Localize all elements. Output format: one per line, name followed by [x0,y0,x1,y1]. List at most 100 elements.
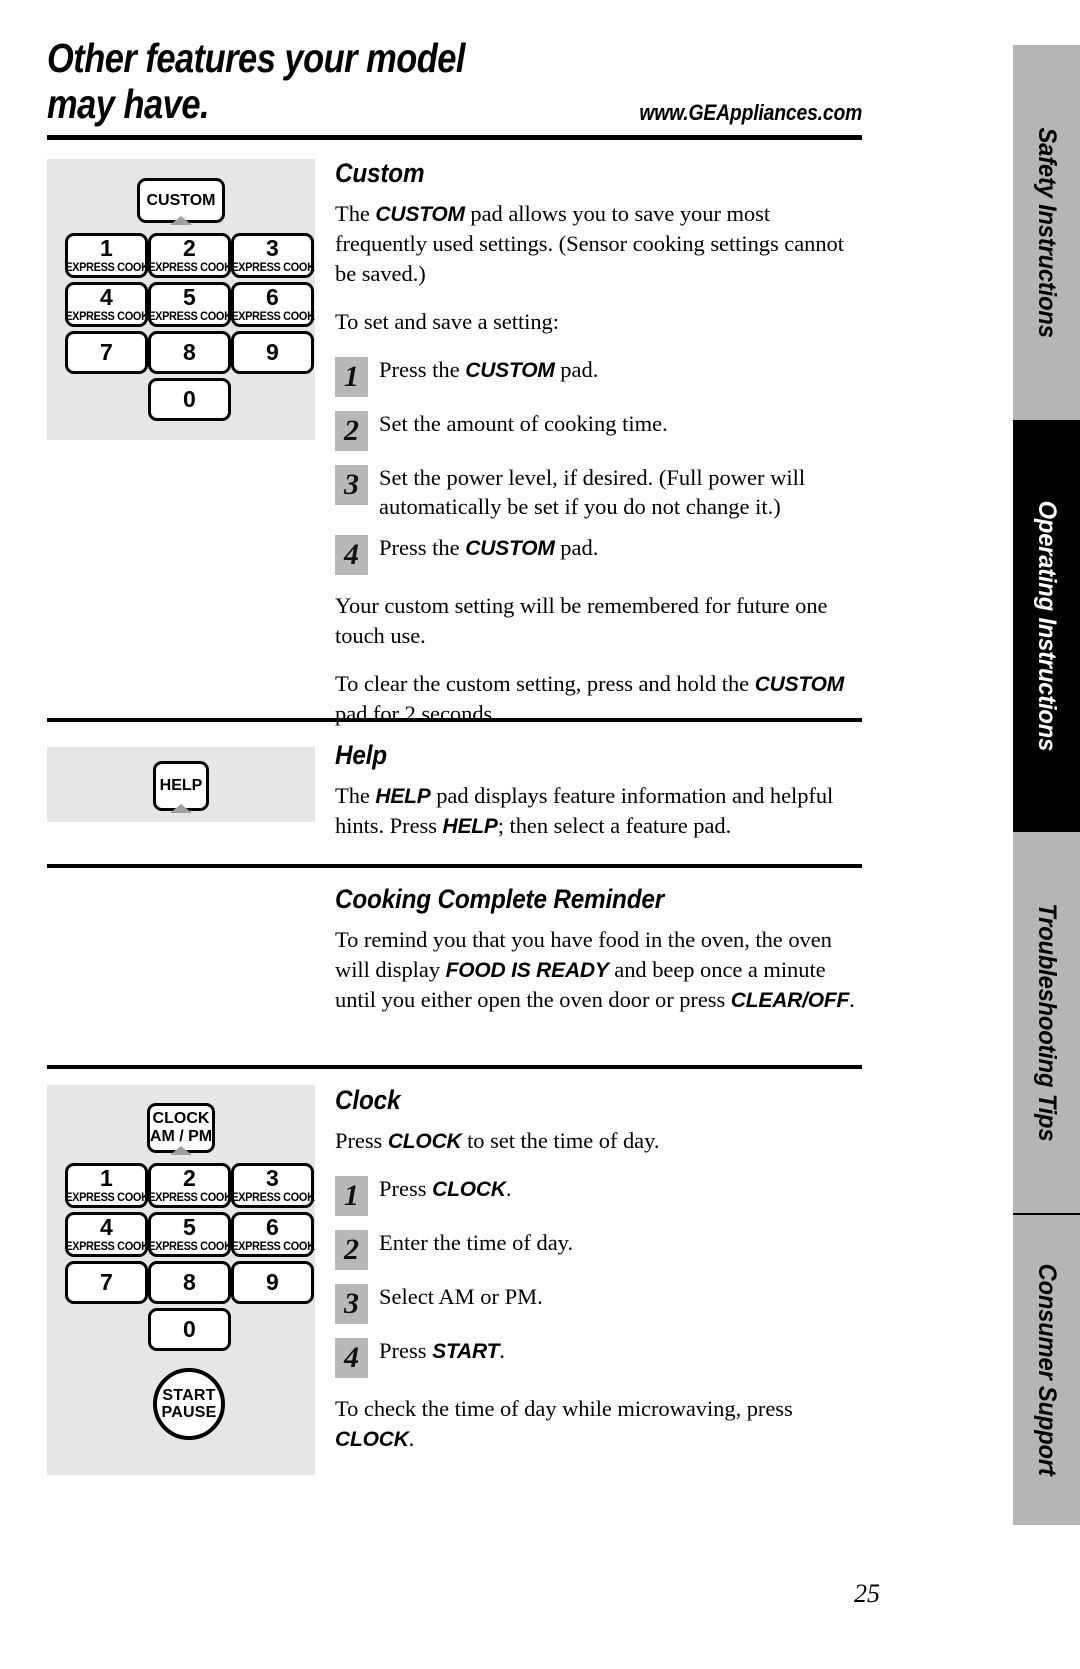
key-number: 9 [265,1269,280,1295]
text-run: Set the power level, if desired. (Full p… [379,464,806,519]
clock-pad-label-line1: CLOCK [152,1110,210,1127]
text-run: The [335,783,376,808]
section-divider-1 [47,718,862,722]
keypad-key-4[interactable]: 4 EXPRESS COOK [64,282,149,327]
list-item: 3 Select AM or PM. [335,1282,862,1324]
section-divider-3 [47,1065,862,1069]
section-title-custom: Custom [335,158,425,188]
start-pause-label-line2: PAUSE [161,1404,217,1421]
key-number: 4 [99,1213,114,1240]
side-tab-troubleshooting-tips[interactable]: Troubleshooting Tips [1013,832,1080,1213]
side-tab-bar: Safety Instructions Operating Instructio… [1013,45,1080,1525]
keypad-key-7[interactable]: 7 [65,1261,148,1304]
text-run: To clear the custom setting, press and h… [335,671,755,697]
text-run: pad. [554,535,599,561]
keypad-key-7[interactable]: 7 [65,331,148,374]
clock-keypad: CLOCK AM / PM 1 EXPRESS COOK 2 EXPRESS C… [47,1085,315,1475]
keypad-key-8[interactable]: 8 [148,1261,231,1304]
key-number: 1 [99,1164,114,1191]
side-tab-label: Operating Instructions [1033,500,1061,752]
clock-pointer-triangle [170,1146,192,1155]
clock-section: Clock Press CLOCK to set the time of day… [335,1085,862,1454]
list-item: 4 Press START. [335,1336,862,1378]
section-title-help: Help [335,740,387,770]
keypad-key-2[interactable]: 2 EXPRESS COOK [148,233,232,278]
key-number: 8 [182,1269,197,1295]
key-number: 3 [265,234,280,261]
step-number: 3 [335,464,368,505]
custom-intro-paragraph: The CUSTOM pad allows you to save your m… [335,199,862,289]
help-section: Help The HELP pad displays feature infor… [335,740,862,841]
clock-keypad-panel: CLOCK AM / PM 1 EXPRESS COOK 2 EXPRESS C… [47,1085,315,1475]
pad-name-help: HELP [442,814,498,838]
key-number: 1 [99,234,114,261]
keypad-key-5[interactable]: 5 EXPRESS COOK [147,282,232,327]
side-tab-safety-instructions[interactable]: Safety Instructions [1013,45,1080,420]
key-number: 5 [182,283,197,310]
custom-outro-1: Your custom setting will be remembered f… [335,593,828,649]
keypad-key-0[interactable]: 0 [148,1308,231,1351]
section-title-clock: Clock [335,1085,401,1115]
key-sublabel: EXPRESS COOK [64,1191,149,1204]
clock-intro-paragraph: Press CLOCK to set the time of day. [335,1126,862,1156]
keypad-key-3[interactable]: 3 EXPRESS COOK [230,233,315,278]
step-number: 4 [335,535,368,576]
text-run: Press [379,1337,433,1363]
list-item: 1 Press CLOCK. [335,1174,862,1216]
side-tab-operating-instructions[interactable]: Operating Instructions [1013,420,1080,832]
start-pause-key[interactable]: START PAUSE [153,1368,225,1440]
side-tab-label: Troubleshooting Tips [1033,903,1061,1142]
keypad-key-1[interactable]: 1 EXPRESS COOK [65,233,149,278]
text-run: Press the [379,535,466,561]
keypad-key-3[interactable]: 3 EXPRESS COOK [230,1163,315,1208]
keypad-key-5[interactable]: 5 EXPRESS COOK [148,1212,232,1257]
key-sublabel: EXPRESS COOK [147,310,232,323]
page-header: Other features your model may have. www.… [47,35,862,128]
key-number: 7 [99,339,114,365]
keypad-key-0[interactable]: 0 [148,378,231,421]
display-message-food-is-ready: FOOD IS READY [445,958,609,982]
key-number: 6 [265,1213,280,1240]
text-run: pad for 2 seconds. [335,700,498,726]
text-run: . [849,986,855,1012]
key-number: 0 [182,1316,197,1342]
help-keypad: HELP [47,747,315,822]
text-run: Press [379,1175,433,1201]
step-number: 2 [335,410,368,451]
pad-name-clock: CLOCK [387,1130,462,1153]
custom-keypad-panel: CUSTOM 1 EXPRESS COOK 2 EXPRESS COOK 3 E… [47,159,315,440]
text-run: To check the time of day while microwavi… [335,1395,793,1421]
key-number: 8 [182,339,197,365]
key-sublabel: EXPRESS COOK [230,1191,315,1204]
custom-pointer-triangle [170,216,192,225]
custom-keypad: CUSTOM 1 EXPRESS COOK 2 EXPRESS COOK 3 E… [47,159,315,440]
key-sublabel: EXPRESS COOK [230,261,315,274]
header-divider [47,135,862,140]
text-run: Press the [379,356,466,382]
text-run: Select AM or PM. [379,1283,543,1309]
key-number: 4 [99,283,114,310]
start-pause-label-line1: START [162,1386,216,1404]
keypad-key-6[interactable]: 6 EXPRESS COOK [230,1212,315,1257]
keypad-key-9[interactable]: 9 [231,331,314,374]
keypad-key-8[interactable]: 8 [148,331,231,374]
keypad-key-9[interactable]: 9 [231,1261,314,1304]
keypad-key-4[interactable]: 4 EXPRESS COOK [64,1212,149,1257]
step-number: 3 [335,1283,368,1324]
key-sublabel: EXPRESS COOK [64,1240,149,1253]
text-run: The [335,201,376,226]
clock-pad-label-line2: AM / PM [149,1128,213,1145]
keypad-key-1[interactable]: 1 EXPRESS COOK [64,1163,149,1208]
key-sublabel: EXPRESS COOK [64,310,149,323]
keypad-key-2[interactable]: 2 EXPRESS COOK [147,1163,232,1208]
pad-name: START [432,1339,500,1363]
cooking-complete-reminder-section: Cooking Complete Reminder To remind you … [335,884,862,1015]
key-sublabel: EXPRESS COOK [230,1240,315,1253]
keypad-key-6[interactable]: 6 EXPRESS COOK [231,282,315,327]
clock-steps-list: 1 Press CLOCK. 2 Enter the time of day. 3S… [335,1174,862,1378]
list-item: 2 Enter the time of day. [335,1228,862,1270]
step-number: 4 [335,1337,368,1378]
side-tab-consumer-support[interactable]: Consumer Support [1013,1215,1080,1525]
help-pointer-triangle [170,804,192,813]
key-sublabel: EXPRESS COOK [147,1191,232,1204]
